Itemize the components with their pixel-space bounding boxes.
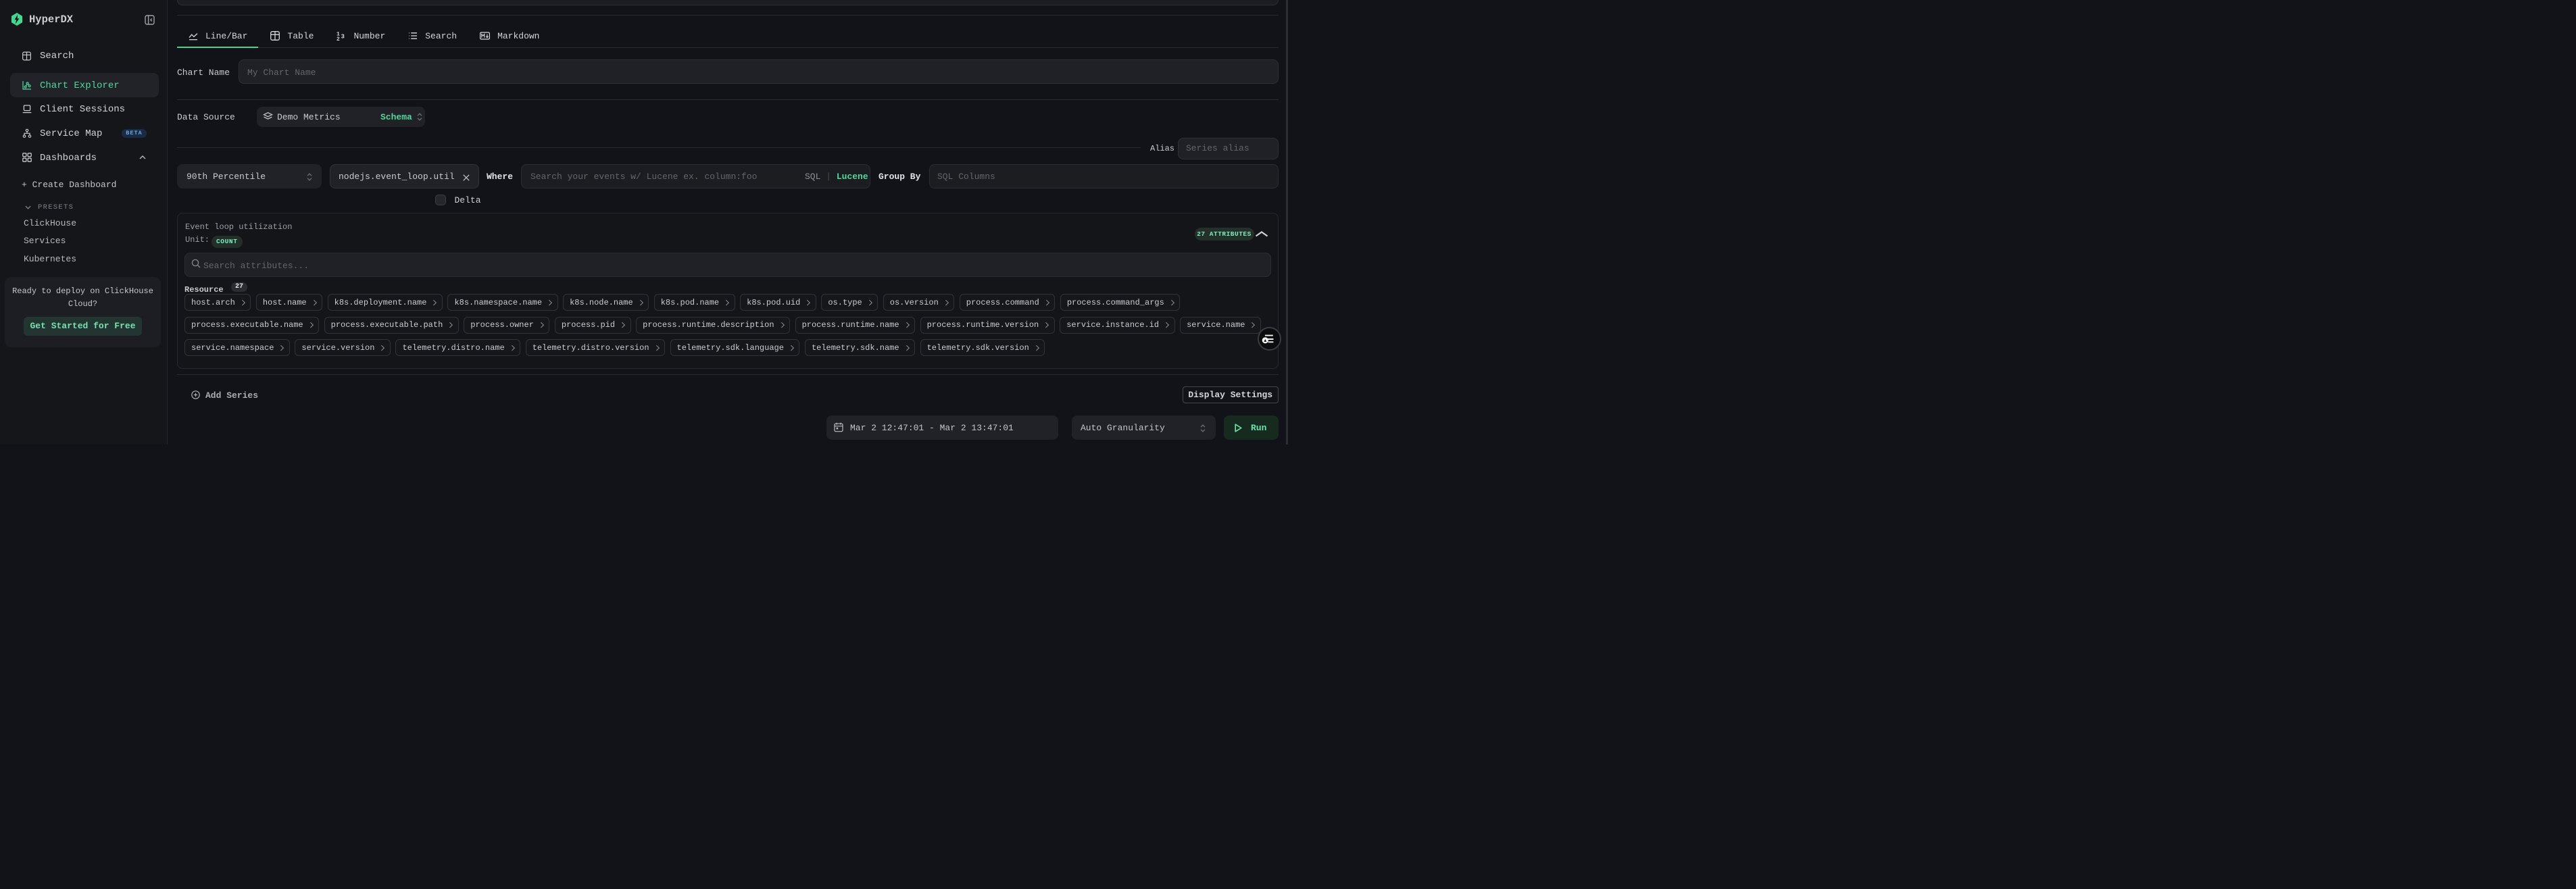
svg-text:2: 2 [337,36,340,41]
svg-text:3: 3 [341,34,345,41]
